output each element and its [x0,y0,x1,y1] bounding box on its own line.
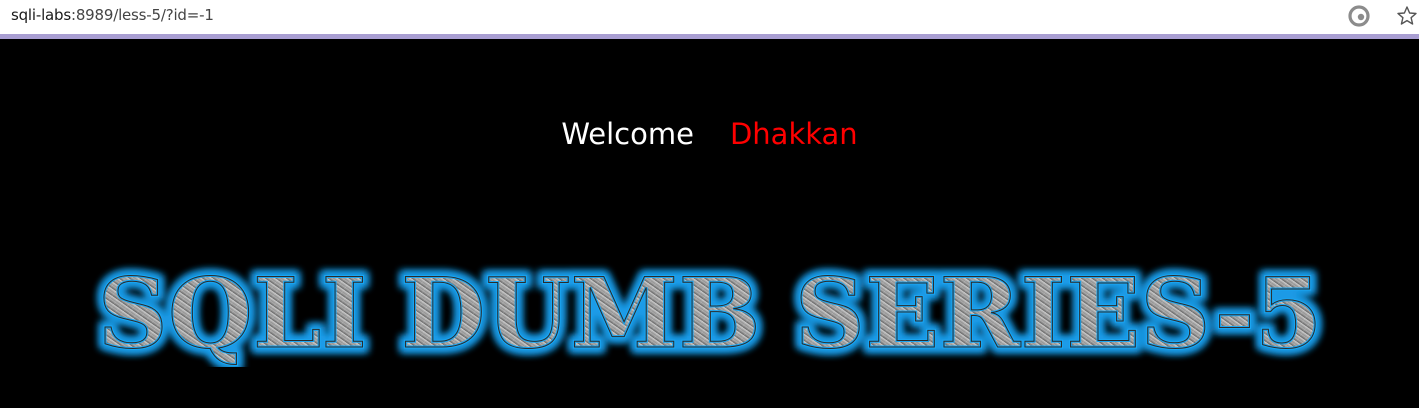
page-content: Welcome Dhakkan SQLI DUMB SERIES-5 SQLI … [0,39,1419,408]
star-icon[interactable] [1395,4,1419,28]
edge-refresh-icon[interactable] [1347,4,1371,28]
welcome-message: Welcome Dhakkan [0,116,1419,152]
banner-outline: SQLI DUMB SERIES-5 [98,257,1323,367]
welcome-label: Welcome [561,117,694,151]
url-path: :8989/less-5/?id=-1 [70,6,214,24]
url-host: sqli-labs [11,6,71,24]
url-field[interactable]: sqli-labs:8989/less-5/?id=-1 [11,6,214,24]
welcome-name: Dhakkan [729,117,858,151]
address-bar[interactable]: sqli-labs:8989/less-5/?id=-1 [0,0,1419,34]
series-banner-image: SQLI DUMB SERIES-5 SQLI DUMB SERIES-5 SQ… [93,257,1328,367]
